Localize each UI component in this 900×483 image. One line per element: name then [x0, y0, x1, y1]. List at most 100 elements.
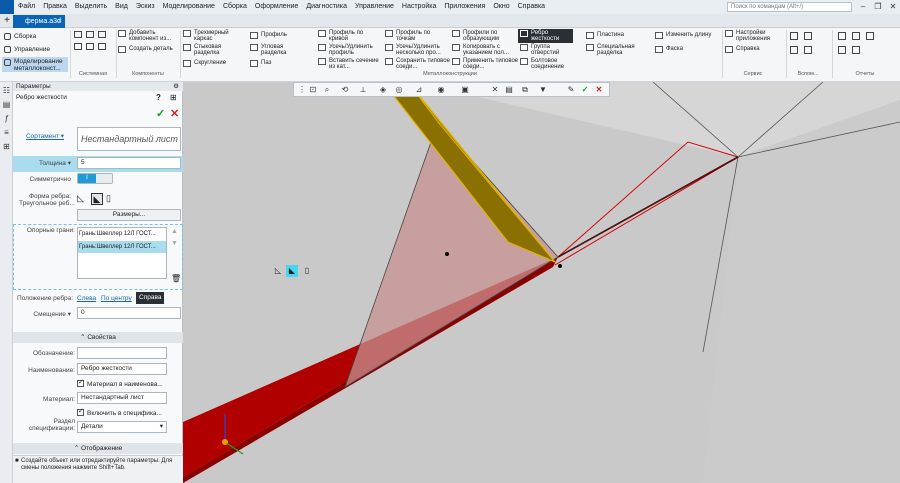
save-icon[interactable]: [86, 43, 94, 50]
eyedropper-icon[interactable]: ✎: [566, 85, 576, 95]
profile-button[interactable]: Профиль: [250, 32, 287, 42]
layers-icon[interactable]: ≡: [2, 128, 11, 137]
aux-tool-icon[interactable]: [804, 32, 812, 40]
help-question-icon[interactable]: ?: [156, 93, 161, 102]
symmetric-toggle[interactable]: I: [77, 173, 113, 184]
shape-triangle-filled-icon[interactable]: ◣: [286, 265, 298, 277]
joint-cut-button[interactable]: Стыковая разделка: [183, 44, 234, 58]
menu-file[interactable]: Файл: [14, 0, 39, 14]
support-faces-list[interactable]: Грань:Швеллер 12Л ГОСТ... Грань:Швеллер …: [77, 227, 167, 279]
create-part-button[interactable]: Создать деталь: [118, 46, 173, 56]
view-cube-icon[interactable]: ◈: [378, 85, 388, 95]
move-up-icon[interactable]: ▲: [171, 228, 178, 235]
list-item[interactable]: Грань:Швеллер 12Л ГОСТ...: [78, 241, 166, 253]
rotate-icon[interactable]: ⟲: [340, 85, 350, 95]
minimize-icon[interactable]: –: [856, 1, 870, 13]
filter-icon[interactable]: ▼: [538, 85, 548, 95]
app-settings-button[interactable]: Настройки приложения: [725, 30, 776, 44]
delete-trash-icon[interactable]: 🗑: [171, 274, 181, 283]
parameters-icon[interactable]: ▤: [2, 100, 11, 109]
cancel-x-icon[interactable]: ✕: [170, 107, 179, 120]
open-folder-icon[interactable]: [86, 31, 94, 38]
tab-document[interactable]: ферма.a3d ×: [13, 15, 65, 28]
close-tab-icon[interactable]: ×: [58, 15, 62, 28]
snap-point[interactable]: [445, 252, 449, 256]
extend-profile-button[interactable]: Усечь/Удлинить профиль: [318, 44, 379, 58]
sizes-button[interactable]: Размеры...: [77, 209, 181, 221]
copy-view-icon[interactable]: ⧉: [520, 85, 530, 95]
menu-management[interactable]: Управление: [351, 0, 398, 14]
insert-section-button[interactable]: Вставить сечение из кат...: [318, 58, 381, 72]
variables-icon[interactable]: ƒ: [2, 114, 11, 123]
add-component-button[interactable]: Добавить компонент из...: [118, 30, 181, 44]
section-view-icon[interactable]: ▣: [460, 85, 470, 95]
groove-button[interactable]: Паз: [250, 60, 271, 70]
report-icon[interactable]: [866, 32, 874, 40]
axis-icon[interactable]: ⟂: [358, 85, 368, 95]
copy-with-button[interactable]: Копировать с указанием пол...: [452, 44, 521, 58]
new-tab-icon[interactable]: +: [2, 15, 12, 26]
confirm-check-icon[interactable]: ✓: [156, 107, 165, 120]
list-item[interactable]: Грань:Швеллер 12Л ГОСТ...: [78, 228, 166, 240]
properties-section-header[interactable]: ⌃ Свойства: [13, 332, 183, 343]
view-confirm-icon[interactable]: ✓: [580, 85, 590, 95]
assortment-label[interactable]: Сортамент ▾: [19, 132, 64, 140]
special-cut-button[interactable]: Специальная разделка: [586, 44, 643, 58]
include-spec-checkbox[interactable]: Включить в специфика...: [77, 407, 162, 417]
profile-by-curve-button[interactable]: Профиль по кривой: [318, 30, 373, 44]
tree-filter-icon[interactable]: ▤: [504, 85, 514, 95]
change-length-button[interactable]: Изменить длину: [655, 32, 711, 42]
menu-window[interactable]: Окно: [489, 0, 513, 14]
new-file-icon[interactable]: [74, 31, 82, 38]
command-search-input[interactable]: Поиск по командам (Alt+/): [727, 2, 852, 12]
corner-cut-button[interactable]: Угловая разделка: [250, 44, 295, 58]
offset-input[interactable]: 0: [77, 307, 181, 319]
menu-view[interactable]: Вид: [111, 0, 132, 14]
material-in-name-checkbox[interactable]: Материал в наименова...: [77, 378, 163, 388]
zoom-icon[interactable]: ⌕: [322, 85, 332, 95]
paste-icon[interactable]: [98, 43, 106, 50]
profiles-by-generatrix-button[interactable]: Профили по образующим: [452, 30, 509, 44]
name-input[interactable]: Ребро жесткости: [77, 363, 167, 375]
aux-tool-icon[interactable]: [790, 46, 798, 54]
report-icon[interactable]: [838, 46, 846, 54]
help-button[interactable]: Справка: [725, 46, 760, 56]
assortment-field[interactable]: Нестандартный лист: [77, 127, 181, 151]
frame3d-button[interactable]: Трехмерный каркас: [183, 30, 234, 44]
menu-edit[interactable]: Правка: [39, 0, 71, 14]
perspective-icon[interactable]: ⊿: [414, 85, 424, 95]
tree-icon[interactable]: ☷: [2, 86, 11, 95]
model-scene[interactable]: [183, 82, 900, 483]
copy-icon[interactable]: [98, 31, 106, 38]
shape-rect-icon[interactable]: ▯: [301, 265, 313, 277]
view-cancel-icon[interactable]: ✕: [594, 85, 604, 95]
print-icon[interactable]: [74, 43, 82, 50]
aux-tool-icon[interactable]: [790, 32, 798, 40]
profile-by-points-button[interactable]: Профиль по точкам: [385, 30, 440, 44]
thickness-input[interactable]: 5: [77, 157, 181, 169]
rounding-button[interactable]: Скругление: [183, 60, 226, 70]
menu-select[interactable]: Выделить: [71, 0, 111, 14]
snap-point[interactable]: [558, 264, 562, 268]
save-joint-button[interactable]: Сохранить типовое соеди...: [385, 58, 450, 72]
plate-button[interactable]: Пластина: [586, 32, 624, 42]
pin-panel-icon[interactable]: ⊞: [170, 93, 177, 102]
restore-icon[interactable]: ❐: [871, 1, 885, 13]
structure-icon[interactable]: ⊞: [2, 142, 11, 151]
apply-joint-button[interactable]: Применить типовое соеди...: [452, 58, 519, 72]
mode-assembly[interactable]: Сборка: [2, 31, 68, 42]
visibility-icon[interactable]: ◉: [436, 85, 446, 95]
spec-section-select[interactable]: Детали ▾: [77, 421, 167, 433]
report-icon[interactable]: [852, 32, 860, 40]
extend-several-button[interactable]: Усечь/Удлинить несколько про...: [385, 44, 456, 58]
aux-tool-icon[interactable]: [804, 46, 812, 54]
menu-sketch[interactable]: Эскиз: [132, 0, 159, 14]
shape-triangle-filled-icon[interactable]: ◣: [91, 193, 103, 205]
bolt-joint-button[interactable]: Болтовое соединение: [520, 58, 571, 72]
hole-group-button[interactable]: Группа отверстий: [520, 44, 571, 58]
snap-icon[interactable]: ✕: [490, 85, 500, 95]
menu-help[interactable]: Справка: [514, 0, 549, 14]
move-down-icon[interactable]: ▼: [171, 240, 178, 247]
shape-rect-icon[interactable]: ▯: [106, 193, 118, 205]
position-right-option[interactable]: Справа: [136, 292, 165, 304]
